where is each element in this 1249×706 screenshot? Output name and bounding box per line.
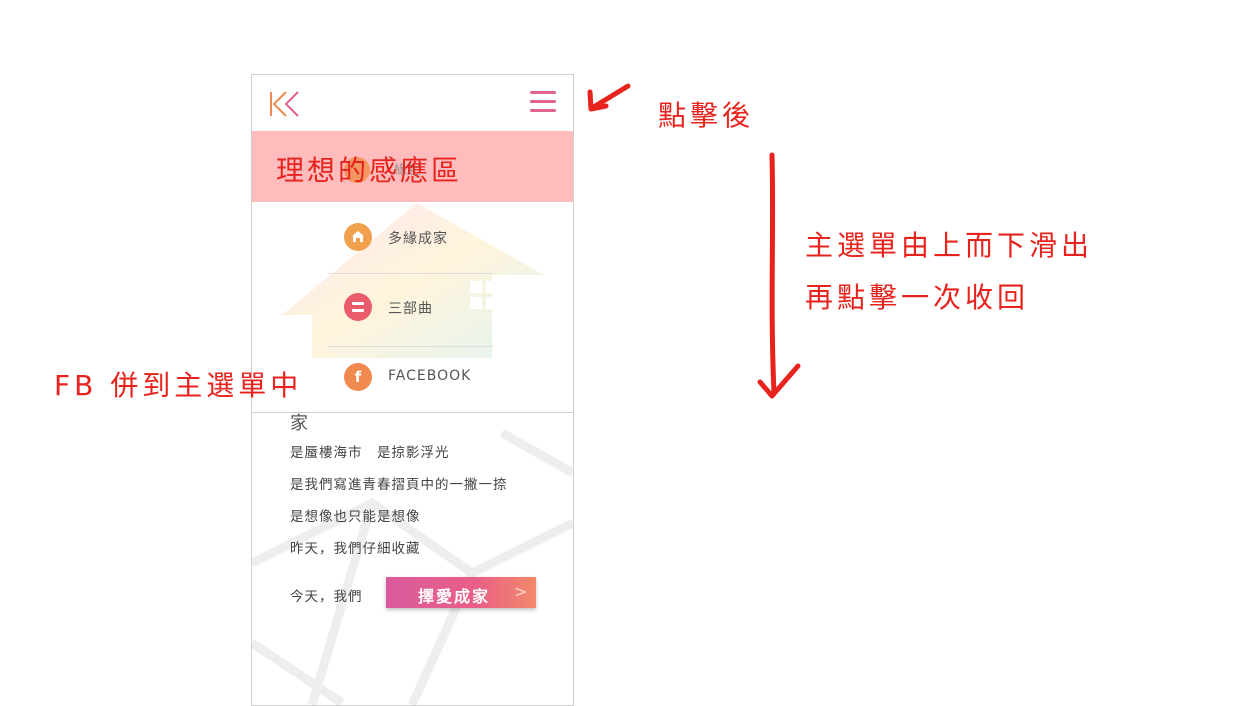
arrow-down-head — [757, 363, 801, 399]
annotation-menu-slide-line1: 主選單由上而下滑出 — [805, 229, 1094, 262]
annotation-after-click: 點擊後 — [658, 99, 755, 132]
annotation-arrows — [587, 83, 801, 399]
annotation-menu-slide-line2: 再點擊一次收回 — [805, 281, 1030, 314]
annotation-fb-note: FB 併到主選單中 — [54, 369, 303, 402]
arrow-to-hamburger — [589, 83, 631, 111]
arrow-down — [769, 152, 777, 396]
